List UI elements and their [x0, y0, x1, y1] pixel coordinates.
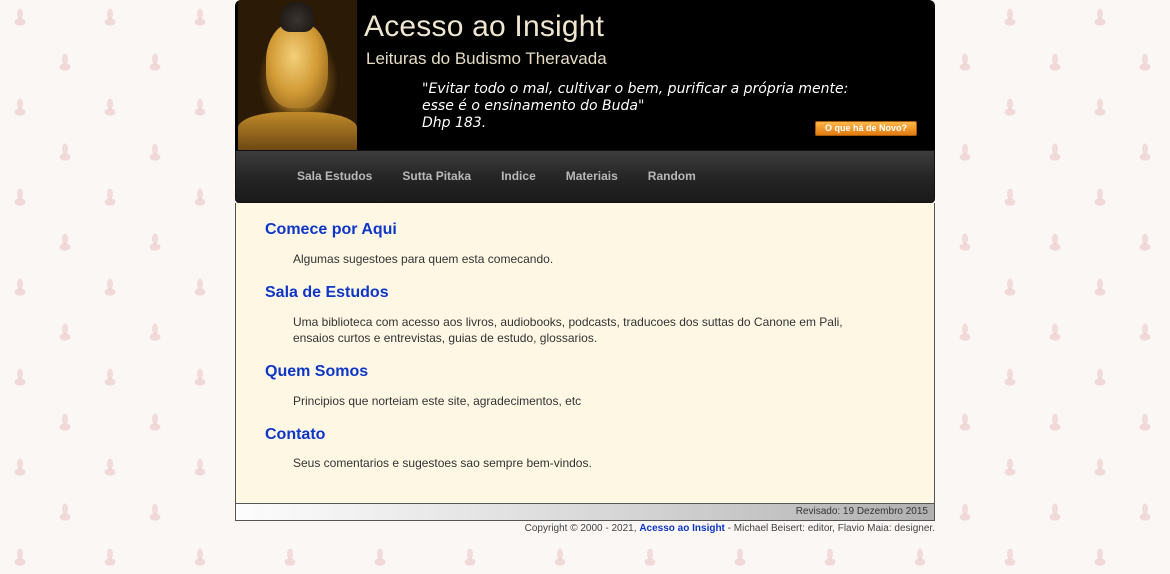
copyright-line: Copyright © 2000 - 2021, Acesso ao Insig… — [235, 523, 935, 534]
header-quote: "Evitar todo o mal, cultivar o bem, puri… — [422, 81, 849, 131]
header-banner: Acesso ao Insight Leituras do Budismo Th… — [235, 0, 935, 150]
nav-item-indice[interactable]: Indice — [501, 169, 536, 183]
revised-date: Revisado: 19 Dezembro 2015 — [795, 506, 928, 517]
section-description: Seus comentarios e sugestoes sao sempre … — [293, 456, 592, 470]
main-content: Comece por Aqui Algumas sugestoes para q… — [235, 203, 935, 504]
whats-new-button[interactable]: O que há de Novo? — [815, 121, 917, 136]
main-nav: Sala Estudos Sutta Pitaka Indice Materia… — [235, 150, 935, 203]
section-description: Uma biblioteca com acesso aos livros, au… — [293, 315, 843, 345]
copyright-prefix: Copyright © 2000 - 2021, — [524, 523, 637, 534]
section-description: Principios que norteiam este site, agrad… — [293, 394, 582, 408]
site-title: Acesso ao Insight — [364, 10, 605, 43]
nav-item-random[interactable]: Random — [648, 169, 696, 183]
nav-item-sutta-pitaka[interactable]: Sutta Pitaka — [402, 169, 471, 183]
site-subtitle: Leituras do Budismo Theravada — [366, 49, 607, 68]
buddha-image — [238, 0, 357, 150]
site-home-link[interactable]: Acesso ao Insight — [639, 523, 725, 534]
section-description: Algumas sugestoes para quem esta comecan… — [293, 252, 554, 266]
copyright-suffix: - Michael Beisert: editor, Flavio Maia: … — [727, 523, 935, 534]
nav-item-sala-estudos[interactable]: Sala Estudos — [297, 169, 372, 183]
section-title-link[interactable]: Contato — [265, 426, 325, 444]
nav-item-materiais[interactable]: Materiais — [566, 169, 618, 183]
revised-bar: Revisado: 19 Dezembro 2015 — [235, 504, 935, 521]
section-title-link[interactable]: Quem Somos — [265, 363, 368, 381]
page-container: Acesso ao Insight Leituras do Budismo Th… — [235, 0, 935, 534]
section-title-link[interactable]: Comece por Aqui — [265, 221, 397, 239]
section-title-link[interactable]: Sala de Estudos — [265, 284, 389, 302]
